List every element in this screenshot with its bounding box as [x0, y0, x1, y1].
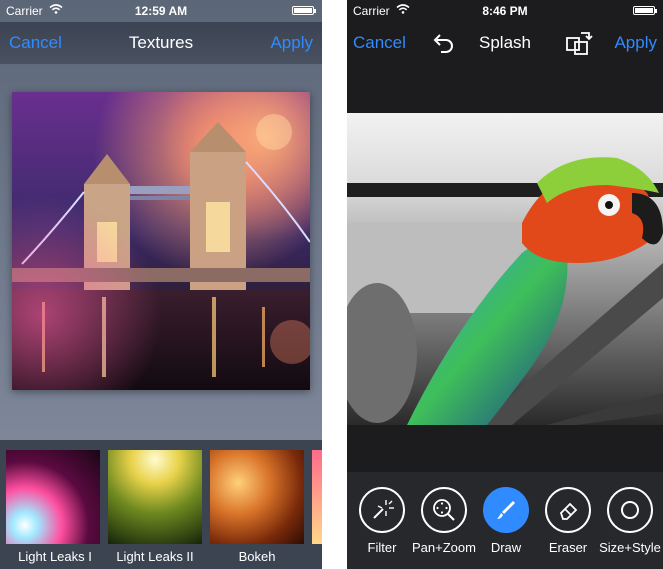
texture-label: Bokeh	[238, 549, 276, 564]
status-bar: Carrier 12:59 AM	[0, 0, 322, 22]
pan-zoom-icon	[433, 499, 455, 521]
partial-texture-thumbnail[interactable]	[312, 450, 322, 544]
navigation-bar: Cancel Splash Apply	[347, 22, 663, 64]
tool-bar: Filter Pan+Zoom Draw Eraser Size+Style	[347, 472, 663, 569]
tower-bridge-photo	[12, 92, 310, 390]
tool-label: Draw	[490, 540, 522, 555]
eraser-icon	[559, 502, 578, 520]
textures-screen: Carrier 12:59 AM Cancel Textures Apply L…	[0, 0, 322, 569]
light-leaks-1-thumbnail[interactable]	[6, 450, 100, 544]
splash-screen: Carrier 8:46 PM Cancel Splash Apply Filt…	[347, 0, 663, 569]
navigation-bar: Cancel Textures Apply	[0, 22, 322, 64]
texture-label: Light Leaks II	[116, 549, 194, 564]
status-time: 12:59 AM	[134, 4, 188, 18]
light-leaks-2-thumbnail[interactable]	[108, 450, 202, 544]
bokeh-thumbnail[interactable]	[210, 450, 304, 544]
size-style-icon	[621, 501, 639, 519]
status-time: 8:46 PM	[482, 4, 528, 18]
brush-icon	[497, 501, 515, 519]
texture-strip: Light Leaks I Light Leaks II Bokeh	[0, 440, 322, 569]
draw-tool[interactable]: Draw	[473, 487, 539, 555]
parrot-photo	[347, 113, 663, 425]
texture-label: Light Leaks I	[18, 549, 92, 564]
photo-preview	[12, 92, 310, 390]
battery-icon	[292, 6, 316, 15]
tool-label: Eraser	[548, 540, 588, 555]
status-bar: Carrier 8:46 PM	[347, 0, 663, 22]
size-style-tool[interactable]: Size+Style	[597, 487, 663, 555]
filter-tool[interactable]: Filter	[349, 487, 415, 555]
tool-label: Filter	[367, 540, 397, 555]
compare-icon[interactable]	[565, 30, 593, 56]
photo-preview	[347, 113, 663, 425]
battery-icon	[633, 6, 657, 15]
pan-zoom-tool[interactable]: Pan+Zoom	[411, 487, 477, 555]
apply-button[interactable]: Apply	[614, 33, 657, 53]
tool-label: Size+Style	[599, 540, 661, 555]
tool-label: Pan+Zoom	[412, 540, 476, 555]
eraser-tool[interactable]: Eraser	[535, 487, 601, 555]
apply-button[interactable]: Apply	[270, 33, 313, 53]
magic-wand-icon	[373, 500, 394, 519]
